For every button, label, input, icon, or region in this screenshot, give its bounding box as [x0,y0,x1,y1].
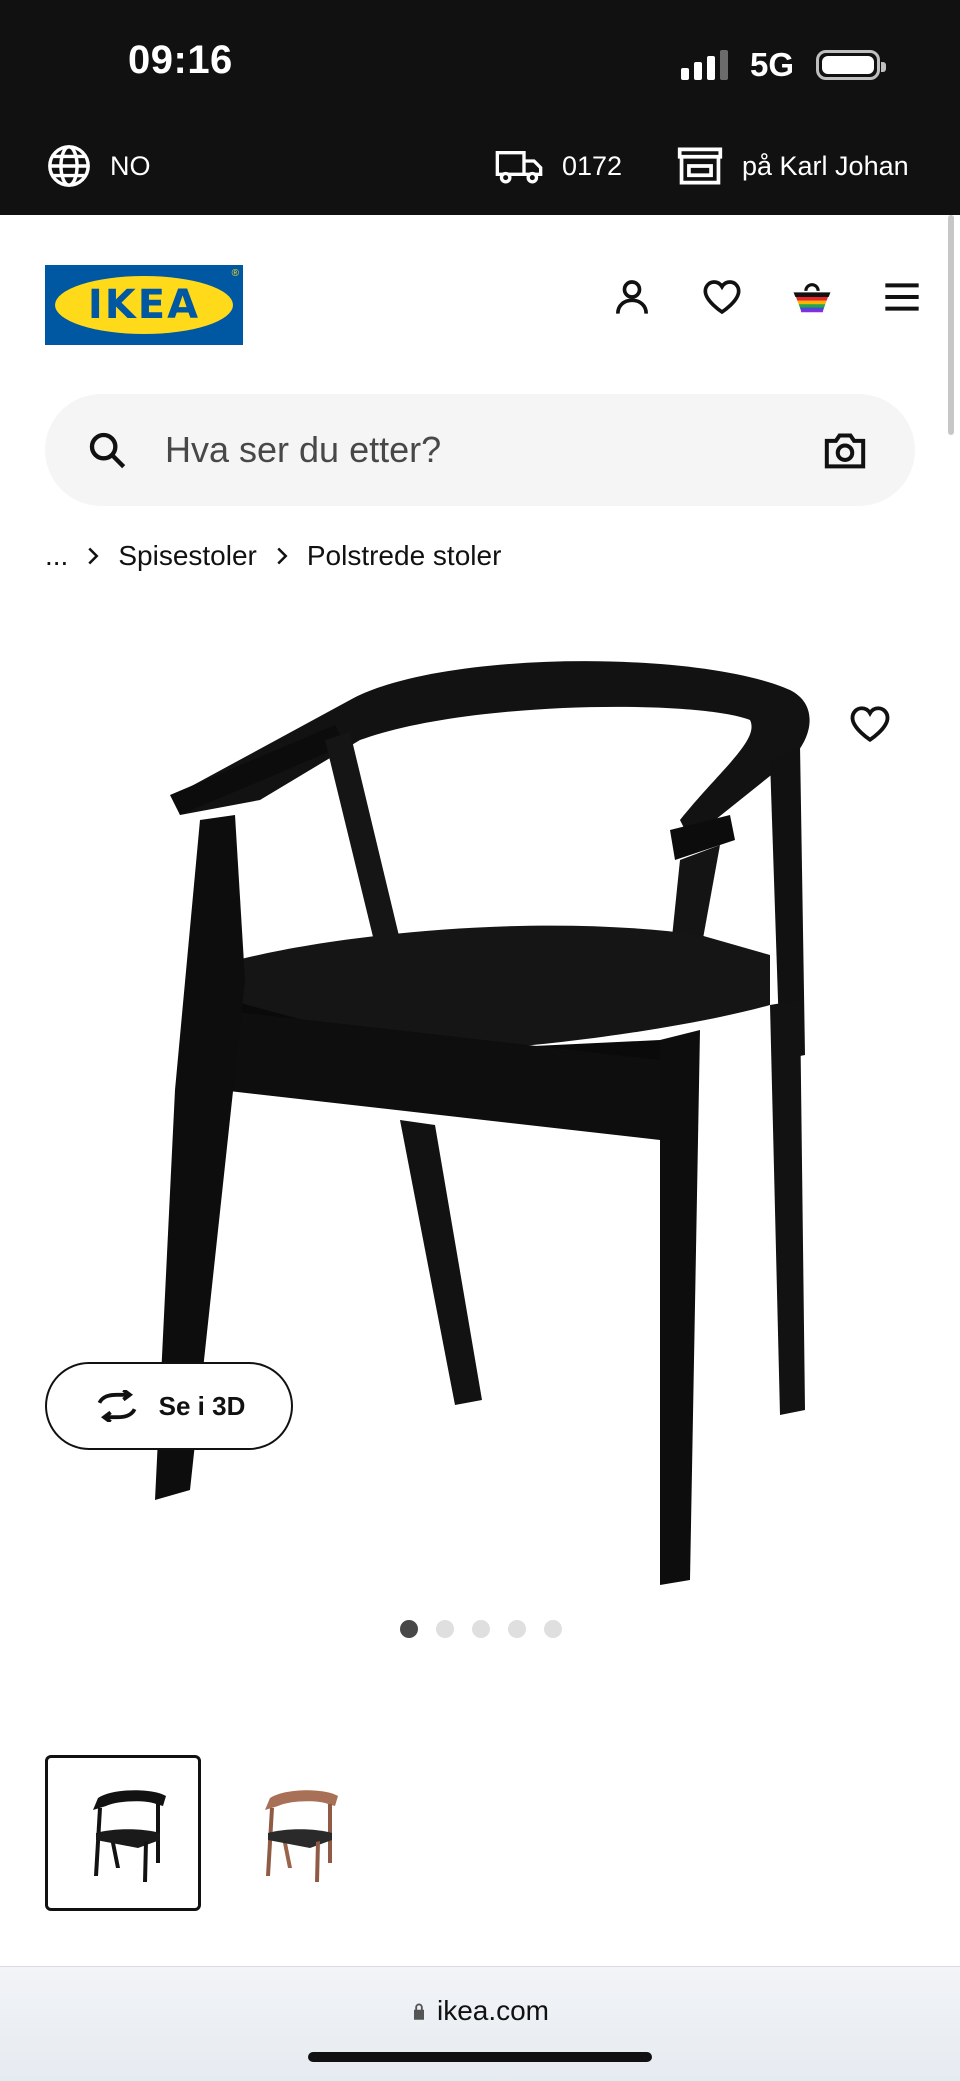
language-label: NO [110,150,151,181]
language-selector[interactable]: NO [46,140,151,192]
variant-thumbnails [45,1755,373,1911]
search-icon[interactable] [87,430,127,470]
breadcrumb-item-spisestoler[interactable]: Spisestoler [118,540,257,572]
variant-thumbnail-black[interactable] [45,1755,201,1911]
profile-button[interactable] [612,277,652,317]
add-to-favourites-button[interactable] [846,700,894,748]
basket-icon [793,283,831,313]
utility-bar: NO 0172 på Karl Johan [0,118,960,215]
carousel-dot[interactable] [436,1620,454,1638]
camera-icon[interactable] [823,430,867,470]
scrollbar[interactable] [948,215,954,435]
basket-button[interactable] [792,277,832,317]
site-header: IKEA ® [0,215,960,395]
breadcrumb: ... Spisestoler Polstrede stoler [45,540,501,572]
delivery-postcode[interactable]: 0172 [494,140,622,192]
favourites-button[interactable] [702,277,742,317]
heart-icon [850,706,890,743]
menu-icon [885,283,919,311]
url-display[interactable]: ikea.com [0,1995,960,2027]
store-label: på Karl Johan [742,150,909,181]
chevron-right-icon [86,546,100,566]
store-icon [677,147,723,185]
view-3d-button[interactable]: Se i 3D [45,1362,293,1450]
rotate-3d-icon [97,1390,136,1422]
breadcrumb-item-polstrede-stoler[interactable]: Polstrede stoler [307,540,502,572]
status-time: 09:16 [128,38,233,82]
profile-icon [616,280,648,314]
browser-address-bar[interactable]: ikea.com [0,1966,960,2081]
breadcrumb-ellipsis[interactable]: ... [45,540,68,572]
home-indicator[interactable] [308,2052,652,2062]
header-actions [612,277,922,317]
postcode-label: 0172 [562,150,623,181]
chair-thumbnail-black [93,1790,166,1882]
battery-icon [816,50,886,80]
search-input[interactable] [165,394,815,506]
url-text: ikea.com [436,1995,550,2026]
carousel-dot[interactable] [400,1620,418,1638]
truck-icon [495,151,543,184]
status-bar: 09:16 5G [0,0,960,118]
carousel-dot[interactable] [544,1620,562,1638]
network-type: 5G [749,46,794,83]
globe-icon [48,145,90,187]
search-bar [45,394,915,506]
lock-icon [413,2003,424,2020]
carousel-dot[interactable] [508,1620,526,1638]
image-carousel-dots [400,1620,562,1638]
chevron-right-icon [275,546,289,566]
carousel-dot[interactable] [472,1620,490,1638]
chair-image [155,661,810,1585]
store-selector[interactable]: på Karl Johan [676,140,909,192]
chair-thumbnail-brown [265,1790,338,1882]
view-3d-label: Se i 3D [158,1390,246,1421]
menu-button[interactable] [882,277,922,317]
product-image[interactable] [0,620,960,1600]
ikea-logo[interactable]: IKEA ® [45,265,243,345]
heart-icon [703,280,741,315]
signal-icon [680,50,728,80]
status-indicators: 5G [680,46,886,84]
variant-thumbnail-brown[interactable] [217,1755,373,1911]
